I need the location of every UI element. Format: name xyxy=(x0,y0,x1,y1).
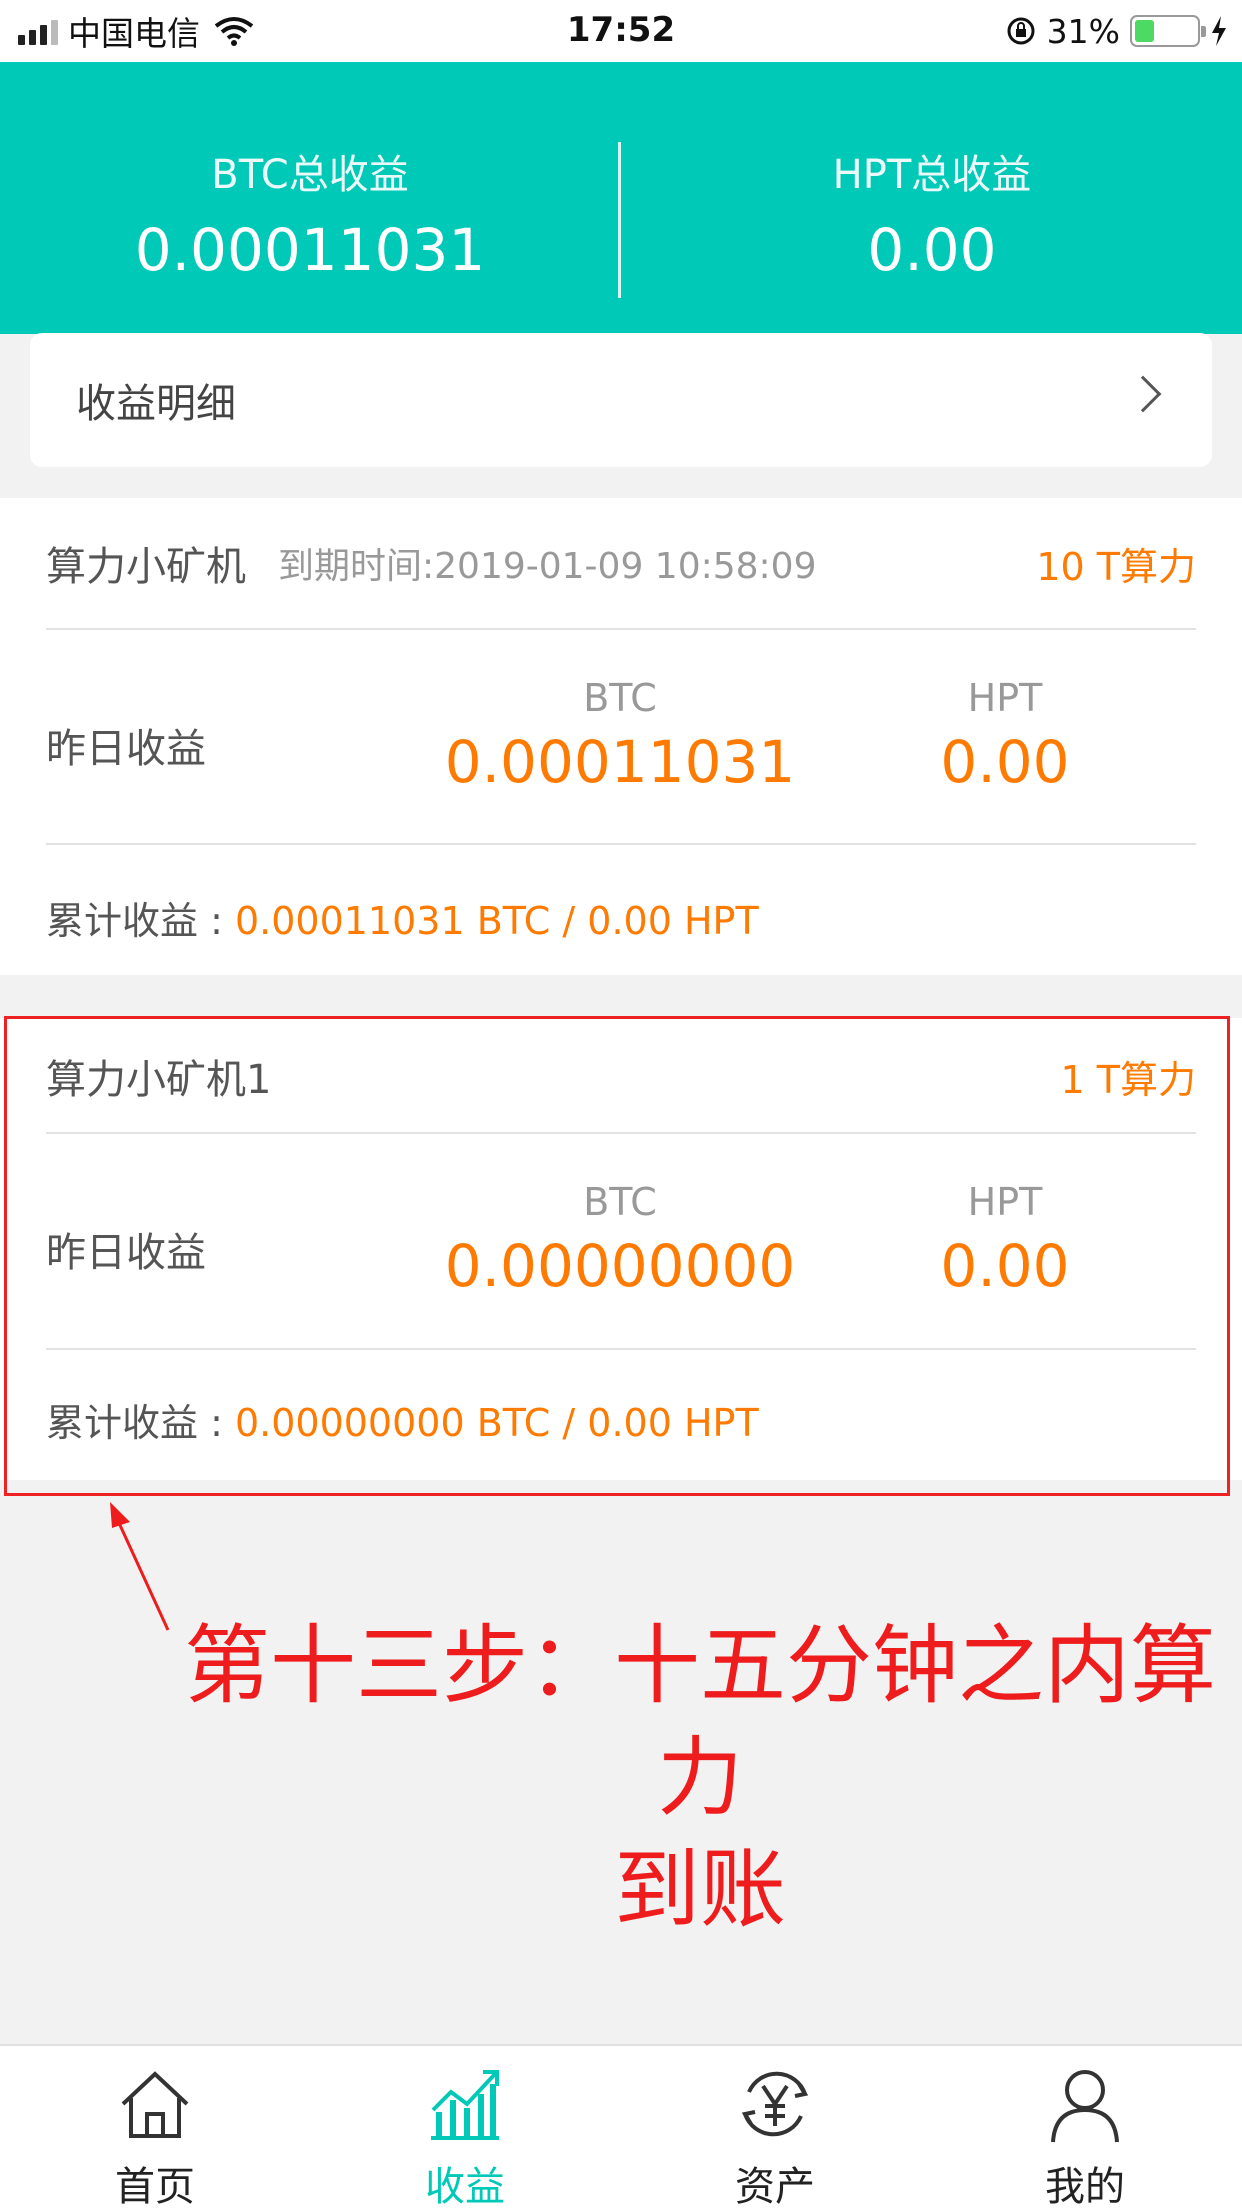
tab-assets[interactable]: 资产 xyxy=(620,2046,930,2208)
earnings-detail-label: 收益明细 xyxy=(76,381,236,427)
miner-hashrate: 10 T算力 xyxy=(1036,544,1196,589)
hpt-yesterday-value: 0.00 xyxy=(940,728,1070,796)
cumulative-earnings-label: 累计收益 : xyxy=(46,899,235,943)
divider xyxy=(46,843,1196,845)
divider xyxy=(46,628,1196,630)
btc-total: BTC总收益 0.00011031 xyxy=(0,142,620,284)
earnings-detail-button[interactable]: 收益明细 xyxy=(30,333,1212,467)
btc-total-value: 0.00011031 xyxy=(134,216,486,284)
cumulative-earnings-value: 0.00011031 BTC / 0.00 HPT xyxy=(234,899,759,943)
hpt-total-value: 0.00 xyxy=(867,216,997,284)
tab-home-label: 首页 xyxy=(115,2164,195,2208)
tab-mine[interactable]: 我的 xyxy=(930,2046,1240,2208)
btc-yesterday-value: 0.00011031 xyxy=(444,728,796,796)
earnings-header: BTC总收益 0.00011031 HPT总收益 0.00 xyxy=(0,62,1242,334)
home-icon xyxy=(121,2071,189,2138)
yesterday-earnings-label: 昨日收益 xyxy=(46,726,206,772)
btc-label: BTC xyxy=(583,676,657,720)
status-bar: 中国电信 17:52 31% xyxy=(0,0,1242,62)
hpt-total: HPT总收益 0.00 xyxy=(622,142,1242,284)
tab-earnings-label: 收益 xyxy=(425,2164,505,2208)
chart-icon xyxy=(431,2070,499,2140)
miner-expiry: 到期时间:2019-01-09 10:58:09 xyxy=(278,546,817,587)
hpt-total-label: HPT总收益 xyxy=(832,152,1032,198)
btc-yesterday: BTC 0.00011031 xyxy=(440,676,800,796)
rotation-lock-icon xyxy=(1007,17,1035,45)
charging-bolt-icon xyxy=(1212,16,1226,46)
tab-assets-label: 资产 xyxy=(735,2164,815,2208)
chevron-right-icon xyxy=(1124,375,1162,413)
miner-name: 算力小矿机 xyxy=(46,544,246,590)
annotation-line-1: 第十三步：十五分钟之内算力 xyxy=(184,1616,1216,1828)
battery-icon xyxy=(1130,15,1206,47)
header-divider xyxy=(618,142,621,298)
battery-percent: 31% xyxy=(1046,11,1120,51)
miner-card-header: 算力小矿机 到期时间:2019-01-09 10:58:09 10 T算力 xyxy=(46,498,1196,628)
cumulative-earnings: 累计收益 : 0.00011031 BTC / 0.00 HPT xyxy=(46,890,759,945)
annotation-highlight-box xyxy=(4,1016,1230,1496)
annotation-text: 第十三步：十五分钟之内算力 到账 xyxy=(160,1610,1240,1946)
hpt-yesterday: HPT 0.00 xyxy=(860,676,1150,796)
status-right: 31% xyxy=(1005,10,1228,52)
bottom-tab-bar: 首页 收益 资产 我的 xyxy=(0,2044,1242,2208)
tab-earnings[interactable]: 收益 xyxy=(310,2046,620,2208)
tab-mine-label: 我的 xyxy=(1045,2164,1125,2208)
miner-card: 算力小矿机 到期时间:2019-01-09 10:58:09 10 T算力 昨日… xyxy=(0,498,1242,975)
annotation-line-2: 到账 xyxy=(614,1840,786,1940)
btc-total-label: BTC总收益 xyxy=(211,152,409,198)
yuan-icon xyxy=(741,2071,809,2137)
user-icon xyxy=(1051,2070,1119,2143)
battery-fill xyxy=(1135,20,1154,42)
hpt-label: HPT xyxy=(967,676,1043,720)
tab-home[interactable]: 首页 xyxy=(0,2046,310,2208)
